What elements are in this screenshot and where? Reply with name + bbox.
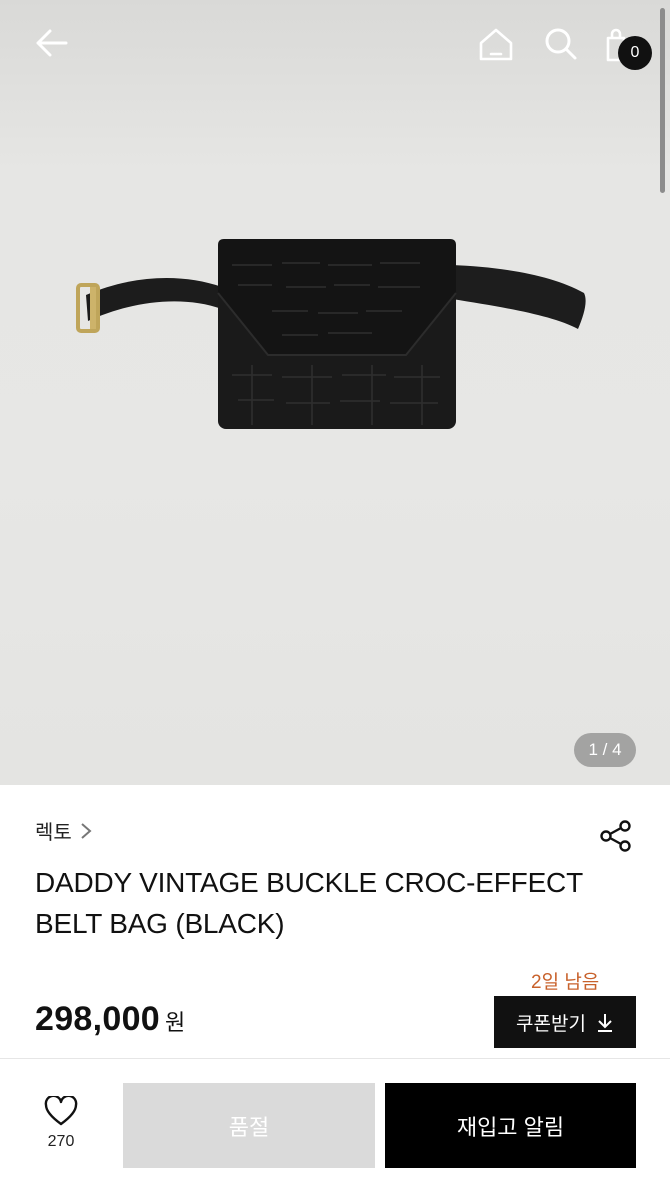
coupon-button-label: 쿠폰받기 [516,1013,586,1035]
cart-count-badge: 0 [618,36,652,70]
share-icon [600,820,631,852]
soldout-button[interactable]: 품절 [123,1083,375,1168]
get-coupon-button[interactable]: 쿠폰받기 [494,996,636,1048]
back-button[interactable] [28,22,74,64]
product-price: 298,000 원 [35,1000,185,1039]
back-arrow-icon [36,29,68,57]
like-button[interactable]: 270 [30,1094,92,1151]
coupon-remaining-days: 2일 남음 [531,972,600,993]
product-title: DADDY VINTAGE BUCKLE CROC-EFFECT BELT BA… [35,867,583,939]
download-icon [597,1014,612,1032]
restock-alert-button[interactable]: 재입고 알림 [385,1083,636,1168]
price-currency: 원 [165,1010,186,1035]
share-button[interactable] [596,816,636,856]
home-icon [479,28,513,61]
chevron-right-icon [81,822,92,839]
image-pager: 1 / 4 [574,733,636,767]
search-icon [545,28,577,60]
home-button[interactable] [474,22,518,66]
price-amount: 298,000 [35,1000,161,1038]
search-button[interactable] [539,22,583,66]
section-divider [0,1058,670,1059]
like-count: 270 [47,1133,75,1150]
heart-icon [44,1094,78,1126]
brand-link[interactable]: 렉토 [35,816,92,845]
cart-button[interactable]: 0 [598,22,654,70]
product-image-gallery[interactable]: 1 / 4 [0,0,670,785]
brand-name: 렉토 [35,822,72,844]
product-image [76,239,586,429]
top-navigation-bar: 0 [0,0,670,90]
